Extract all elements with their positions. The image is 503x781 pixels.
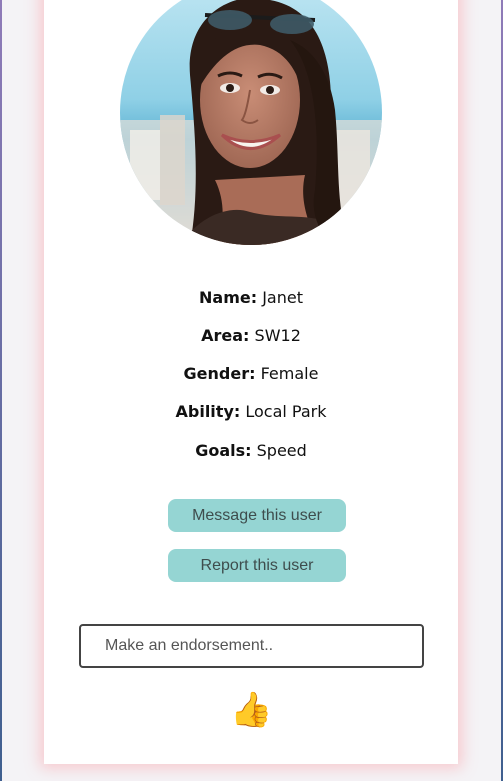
- profile-ability-label: Ability:: [175, 402, 241, 421]
- profile-name-value: Janet: [262, 288, 303, 307]
- profile-goals-value: Speed: [256, 441, 307, 460]
- message-user-button[interactable]: Message this user: [168, 499, 346, 532]
- profile-photo-image: [120, 0, 382, 245]
- profile-area-value: SW12: [254, 326, 301, 345]
- profile-card: Name: Janet Area: SW12 Gender: Female Ab…: [44, 0, 458, 764]
- profile-ability-value: Local Park: [245, 402, 327, 421]
- profile-name-label: Name:: [199, 288, 258, 307]
- page-border-left: [0, 0, 2, 781]
- profile-avatar: [120, 0, 382, 245]
- profile-goals-label: Goals:: [195, 441, 252, 460]
- profile-name-row: Name: Janet: [44, 288, 458, 308]
- profile-ability-row: Ability: Local Park: [44, 402, 458, 422]
- profile-gender-value: Female: [260, 364, 319, 383]
- profile-area-label: Area:: [201, 326, 250, 345]
- profile-gender-label: Gender:: [183, 364, 256, 383]
- profile-area-row: Area: SW12: [44, 326, 458, 346]
- thumbs-up-icon[interactable]: 👍: [230, 690, 272, 730]
- endorsement-input[interactable]: [79, 624, 424, 668]
- profile-goals-row: Goals: Speed: [44, 441, 458, 461]
- report-user-button[interactable]: Report this user: [168, 549, 346, 582]
- profile-gender-row: Gender: Female: [44, 364, 458, 384]
